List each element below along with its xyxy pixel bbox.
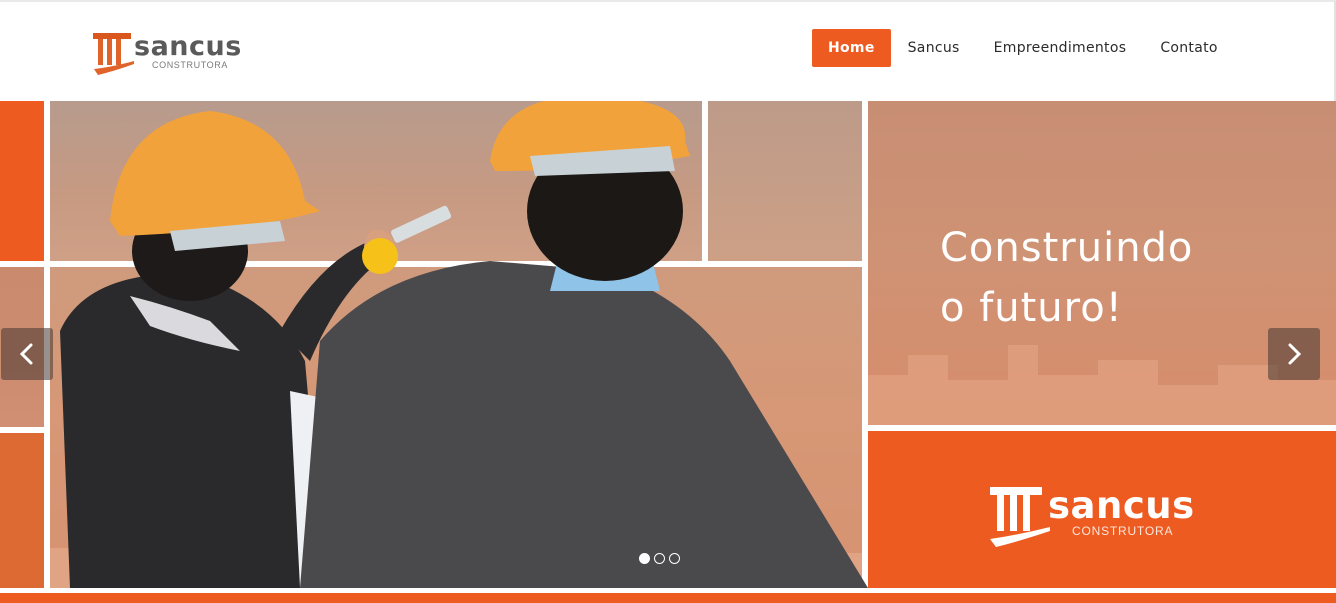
slide-dot-3[interactable]: [669, 553, 680, 564]
slider-prev-button[interactable]: [1, 328, 53, 380]
hero-brand-tagline: CONSTRUTORA: [1072, 524, 1174, 538]
orange-divider: [0, 593, 1336, 603]
brand-tagline: CONSTRUTORA: [152, 60, 228, 70]
brand-logo[interactable]: sancus CONSTRUTORA: [92, 31, 262, 77]
nav-empreendimentos[interactable]: Empreendimentos: [977, 29, 1144, 67]
hero-brand-logo: sancus CONSTRUTORA: [988, 485, 1218, 549]
city-skyline: [868, 345, 1336, 425]
column-icon: [990, 487, 1050, 547]
nav-contato[interactable]: Contato: [1143, 29, 1234, 67]
brand-name: sancus: [134, 31, 242, 62]
engineers-photo: [60, 101, 868, 588]
hero-slogan: Construindo o futuro!: [940, 218, 1193, 338]
slide-dot-2[interactable]: [654, 553, 665, 564]
slider-indicators: [639, 553, 680, 564]
hero-slider: Construindo o futuro! sancus CONSTRUTORA: [0, 101, 1336, 591]
chevron-right-icon: [1288, 343, 1302, 365]
slider-next-button[interactable]: [1268, 328, 1320, 380]
orange-tile: [0, 433, 44, 588]
slogan-line-1: Construindo: [940, 225, 1194, 271]
site-header: sancus CONSTRUTORA Home Sancus Empreendi…: [0, 0, 1336, 101]
slogan-line-2: o futuro!: [940, 285, 1123, 331]
nav-home[interactable]: Home: [812, 29, 891, 67]
orange-tile: [0, 101, 44, 261]
main-nav: Home Sancus Empreendimentos Contato: [812, 29, 1235, 67]
chevron-left-icon: [19, 343, 33, 365]
accent-bar: [0, 591, 1336, 603]
column-icon: [93, 33, 134, 75]
slide-dot-1[interactable]: [639, 553, 650, 564]
nav-sancus[interactable]: Sancus: [891, 29, 977, 67]
hero-brand-name: sancus: [1048, 484, 1195, 527]
